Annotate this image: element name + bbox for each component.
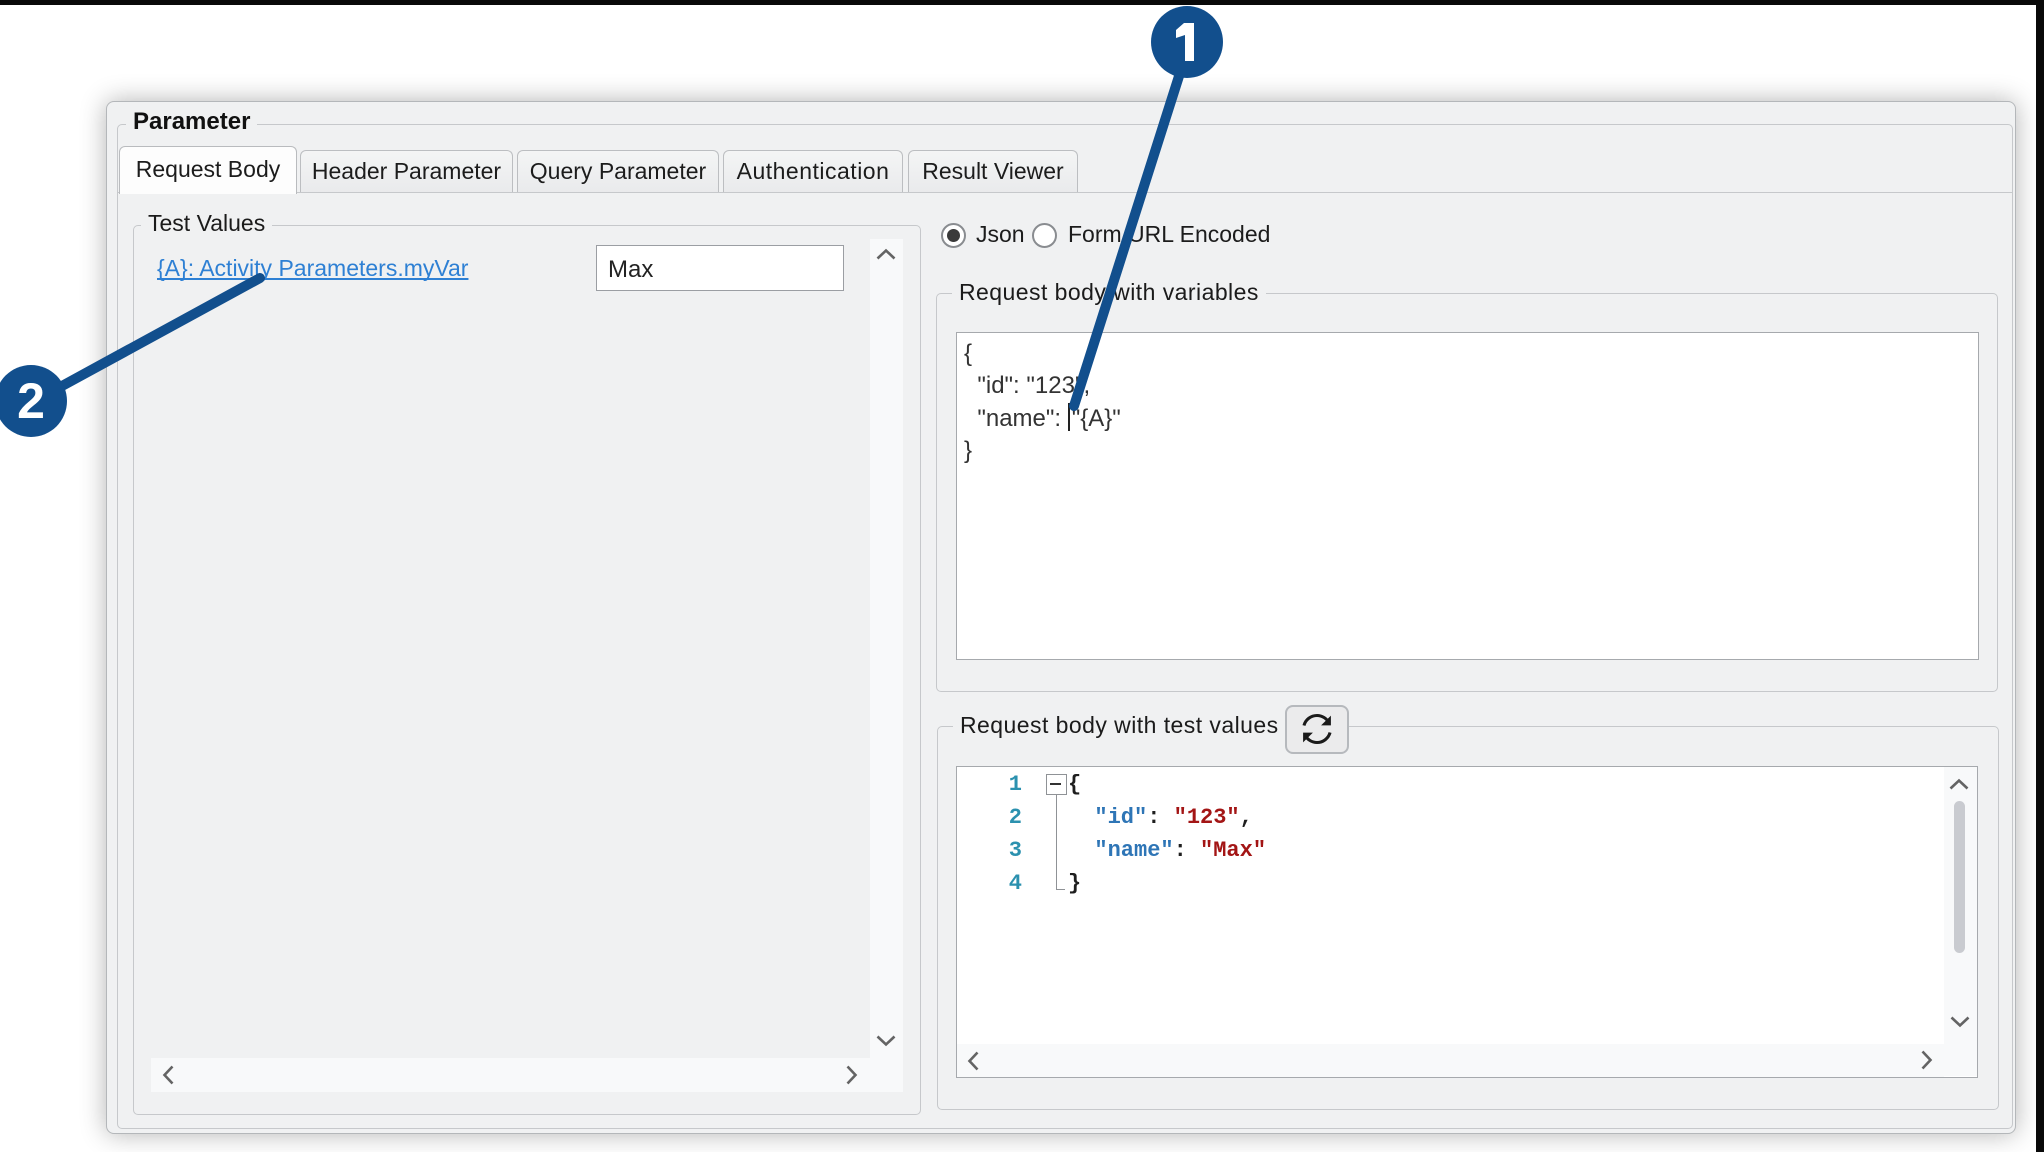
svg-text:2: 2 bbox=[17, 373, 45, 429]
